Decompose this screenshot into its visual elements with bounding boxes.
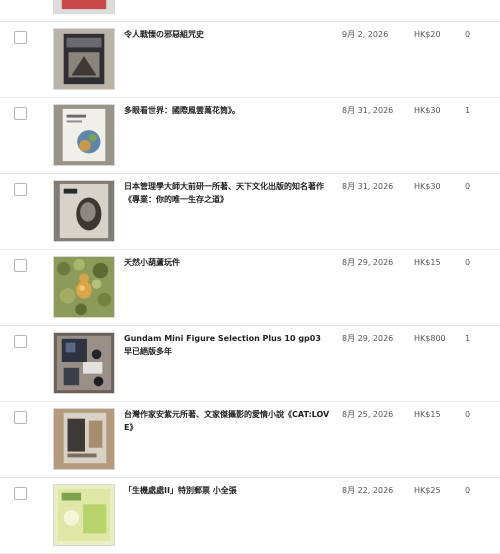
listing-title[interactable]: 多眼看世界：國際風雲萬花筒》。	[124, 104, 330, 117]
listing-date: 8月 31, 2026	[342, 182, 394, 191]
listing-title[interactable]: 台灣作家安紫元所著、文家傑攝影的愛情小說《CAT:LOVE》	[124, 408, 330, 434]
listing-date: 8月 31, 2026	[342, 106, 394, 115]
table-row[interactable]: 台灣作家安紫元所著、文家傑攝影的愛情小說《CAT:LOVE》 8月 25, 202…	[0, 402, 500, 478]
row-checkbox[interactable]	[14, 183, 27, 196]
row-checkbox[interactable]	[14, 411, 27, 424]
listing-price: HK$30	[414, 106, 441, 115]
listing-date: 8月 29, 2026	[342, 258, 394, 267]
poster-thumbnail[interactable]	[53, 0, 115, 14]
listing-price: HK$30	[414, 182, 441, 191]
table-row[interactable]: 日本管理學大師大前研一所著、天下文化出版的知名著作《專業：你的唯一生存之道》 8月…	[0, 174, 500, 250]
gourd-photo-thumbnail[interactable]	[53, 256, 115, 318]
table-row[interactable]: 天然小葫蘆玩件 8月 29, 2026 HK$15 0	[0, 250, 500, 326]
book-cover-thumbnail[interactable]	[53, 104, 115, 166]
book-cover-thumbnail[interactable]	[53, 180, 115, 242]
listing-title[interactable]: 日本管理學大師大前研一所著、天下文化出版的知名著作《專業：你的唯一生存之道》	[124, 180, 330, 206]
table-row[interactable]: Gundam Mini Figure Selection Plus 10 gp0…	[0, 326, 500, 402]
listing-table: 令人戰慄の邪惡組咒史 9月 2, 2026 HK$20 0 多眼看世界：國際風雲萬花筒》…	[0, 0, 500, 554]
listing-price: HK$15	[414, 258, 441, 267]
stamp-sheet-thumbnail[interactable]	[53, 484, 115, 546]
listing-price: HK$25	[414, 486, 441, 495]
table-row[interactable]	[0, 0, 500, 22]
listing-title[interactable]: 「生機處處II」特別郵票 小全張	[124, 484, 330, 497]
listing-price: HK$800	[414, 334, 446, 343]
row-checkbox[interactable]	[14, 487, 27, 500]
listing-title[interactable]: 天然小葫蘆玩件	[124, 256, 330, 269]
listing-date: 8月 25, 2026	[342, 410, 394, 419]
listing-price: HK$15	[414, 410, 441, 419]
listing-count: 0	[465, 182, 471, 191]
listing-count: 0	[465, 258, 471, 267]
table-row[interactable]: 令人戰慄の邪惡組咒史 9月 2, 2026 HK$20 0	[0, 22, 500, 98]
listing-date: 8月 29, 2026	[342, 334, 394, 343]
listing-count: 0	[465, 486, 471, 495]
book-cover-thumbnail[interactable]	[53, 408, 115, 470]
listing-title[interactable]: Gundam Mini Figure Selection Plus 10 gp0…	[124, 332, 330, 358]
listing-title[interactable]: 令人戰慄の邪惡組咒史	[124, 28, 330, 41]
book-cover-thumbnail[interactable]	[53, 28, 115, 90]
table-row[interactable]: 多眼看世界：國際風雲萬花筒》。 8月 31, 2026 HK$30 1	[0, 98, 500, 174]
listing-price: HK$20	[414, 30, 441, 39]
row-checkbox[interactable]	[14, 335, 27, 348]
listing-count: 1	[465, 106, 471, 115]
row-checkbox[interactable]	[14, 107, 27, 120]
row-checkbox[interactable]	[14, 31, 27, 44]
row-checkbox[interactable]	[14, 259, 27, 272]
figure-photo-thumbnail[interactable]	[53, 332, 115, 394]
listing-date: 9月 2, 2026	[342, 30, 389, 39]
listing-count: 1	[465, 334, 471, 343]
listing-count: 0	[465, 30, 471, 39]
table-row[interactable]: 「生機處處II」特別郵票 小全張 8月 22, 2026 HK$25 0	[0, 478, 500, 554]
listing-date: 8月 22, 2026	[342, 486, 394, 495]
listing-count: 0	[465, 410, 471, 419]
